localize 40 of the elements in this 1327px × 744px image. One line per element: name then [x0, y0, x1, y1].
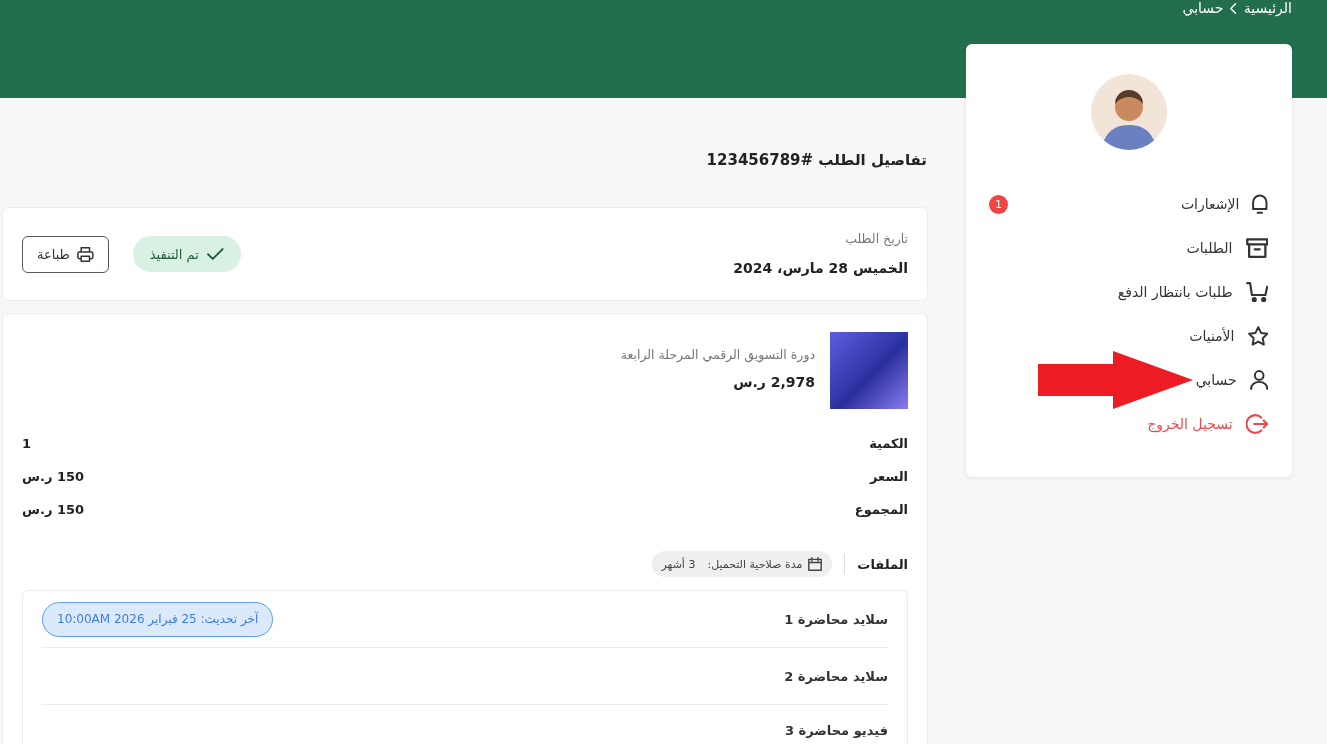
detail-label: السعر	[870, 469, 908, 484]
last-updated-tag: آخر تحديث: 25 فبراير 2026 10:00AM	[42, 601, 274, 637]
date-label: تاريخ الطلب	[844, 230, 908, 248]
avatar-icon	[1090, 74, 1167, 150]
notification-badge: 1	[989, 194, 1008, 214]
print-button[interactable]: طباعة	[22, 235, 109, 273]
chevron-icon	[1230, 2, 1237, 14]
product-price: 2,978 ر.س	[732, 373, 815, 392]
sidebar-item[interactable]: طلبات بانتظار الدفع	[1117, 282, 1268, 302]
page-title: تفاصيل الطلب #123456789	[705, 150, 927, 171]
detail-label: المجموع	[854, 502, 908, 517]
logout-icon	[1245, 414, 1268, 434]
detail-value: 150 ر.س	[22, 469, 85, 484]
breadcrumb-link[interactable]: الرئيسية	[1243, 0, 1292, 16]
user-icon	[1249, 370, 1268, 390]
validity-label: مدة صلاحية التحميل:	[707, 557, 803, 571]
file-name: سلايد محاضرة 1	[784, 611, 888, 627]
validity-value: 3 أشهر	[661, 557, 696, 571]
sidebar-item[interactable]: تسجيل الخروج	[1147, 414, 1268, 434]
file-name: فيديو محاضرة 3	[784, 722, 888, 738]
files-heading: الملفات	[857, 556, 908, 572]
sidebar-item[interactable]: حسابي	[1195, 370, 1268, 390]
detail-label: الكمية	[869, 436, 908, 451]
cart-icon	[1245, 282, 1268, 302]
star-icon	[1247, 326, 1268, 346]
printer-icon	[76, 246, 94, 262]
check-icon	[206, 248, 224, 260]
detail-value: 1	[22, 436, 32, 451]
order-date: الخميس 28 مارس، 2024	[733, 259, 908, 278]
file-name: سلايد محاضرة 2	[784, 668, 888, 684]
calendar-icon	[808, 557, 823, 571]
archive-box-icon	[1245, 238, 1268, 258]
sidebar-item[interactable]: الطلبات	[1186, 238, 1268, 258]
product-title: دورة التسويق الرقمي المرحلة الرابعة	[620, 346, 815, 364]
breadcrumb-current: حسابي	[1182, 0, 1224, 16]
bell-icon	[1252, 194, 1268, 214]
sidebar-item[interactable]: الإشعارات	[1180, 194, 1268, 214]
detail-value: 150 ر.س	[22, 502, 85, 517]
sidebar-item[interactable]: الأمنيات	[1189, 326, 1268, 346]
status-label: تم التنفيذ	[149, 246, 199, 262]
